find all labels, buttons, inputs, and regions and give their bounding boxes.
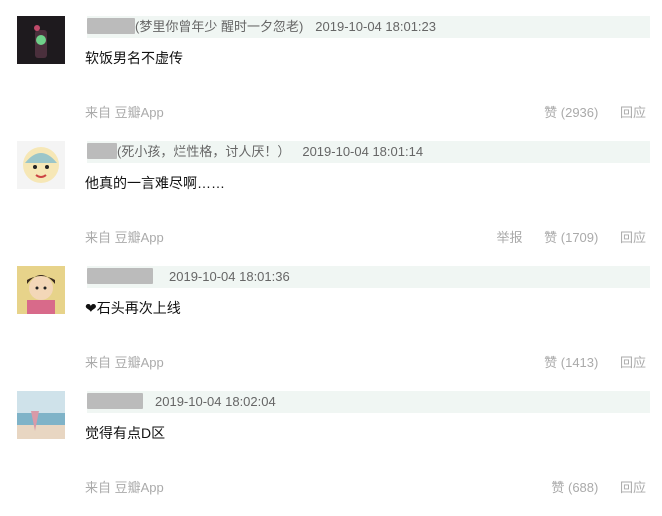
redacted-username — [87, 268, 153, 284]
comment-source: 来自 豆瓣App — [85, 230, 164, 245]
reply-button[interactable]: 回应 — [620, 480, 646, 495]
reply-button[interactable]: 回应 — [620, 230, 646, 245]
user-nickname[interactable]: (梦里你曾年少 醒时一夕忽老) — [135, 19, 303, 34]
comment-time: 2019-10-04 18:01:14 — [302, 144, 424, 159]
reply-button[interactable]: 回应 — [620, 105, 646, 120]
comment-footer: 来自 豆瓣App 举报 赞 (1709) 回应 — [85, 228, 646, 248]
avatar[interactable] — [17, 16, 65, 64]
comment-time: 2019-10-04 18:01:36 — [169, 269, 290, 284]
comment-header: (死小孩，烂性格，讨人厌！） 2019-10-04 18:01:14 — [87, 141, 650, 163]
comment-time: 2019-10-04 18:02:04 — [155, 394, 276, 409]
comment-footer: 来自 豆瓣App 赞 (1413) 回应 — [85, 353, 646, 373]
comment-header: 2019-10-04 18:01:36 — [87, 266, 650, 288]
comment-source: 来自 豆瓣App — [85, 355, 164, 370]
comment-source: 来自 豆瓣App — [85, 480, 164, 495]
reply-button[interactable]: 回应 — [620, 355, 646, 370]
comment-item: (梦里你曾年少 醒时一夕忽老) 2019-10-04 18:01:23 软饭男名不… — [0, 0, 662, 125]
comment-footer: 来自 豆瓣App 赞 (2936) 回应 — [85, 103, 646, 123]
like-button[interactable]: 赞 (2936) — [544, 105, 598, 120]
comment-time: 2019-10-04 18:01:23 — [315, 19, 436, 34]
comment-actions: 赞 (1413) 回应 — [526, 353, 646, 373]
comment-header: 2019-10-04 18:02:04 — [87, 391, 650, 413]
avatar-image — [17, 141, 65, 189]
comment-text: 软饭男名不虚传 — [85, 50, 183, 66]
comment-item: 2019-10-04 18:01:36 ❤石头再次上线 来自 豆瓣App 赞 (… — [0, 250, 662, 375]
avatar[interactable] — [17, 391, 65, 439]
comment-actions: 举报 赞 (1709) 回应 — [479, 228, 646, 248]
like-button[interactable]: 赞 (688) — [551, 480, 598, 495]
comment-item: (死小孩，烂性格，讨人厌！） 2019-10-04 18:01:14 他真的一言难… — [0, 125, 662, 250]
comment-actions: 赞 (2936) 回应 — [526, 103, 646, 123]
comment-header: (梦里你曾年少 醒时一夕忽老) 2019-10-04 18:01:23 — [87, 16, 650, 38]
redacted-username — [87, 18, 135, 34]
avatar[interactable] — [17, 141, 65, 189]
comment-text: 觉得有点D区 — [85, 425, 166, 441]
user-nickname[interactable]: (死小孩，烂性格，讨人厌！） — [117, 144, 290, 159]
report-button[interactable]: 举报 — [497, 230, 523, 245]
comment-actions: 赞 (688) 回应 — [533, 478, 646, 498]
avatar-image — [17, 391, 65, 439]
redacted-username — [87, 143, 117, 159]
comment-source: 来自 豆瓣App — [85, 105, 164, 120]
redacted-username — [87, 393, 143, 409]
avatar-image — [17, 16, 65, 64]
like-button[interactable]: 赞 (1709) — [544, 230, 598, 245]
comment-text: 他真的一言难尽啊…… — [85, 175, 225, 191]
comment-footer: 来自 豆瓣App 赞 (688) 回应 — [85, 478, 646, 498]
avatar-image — [17, 266, 65, 314]
comment-item: 2019-10-04 18:02:04 觉得有点D区 来自 豆瓣App 赞 (6… — [0, 375, 662, 500]
like-button[interactable]: 赞 (1413) — [544, 355, 598, 370]
comment-text: ❤石头再次上线 — [85, 300, 181, 316]
avatar[interactable] — [17, 266, 65, 314]
